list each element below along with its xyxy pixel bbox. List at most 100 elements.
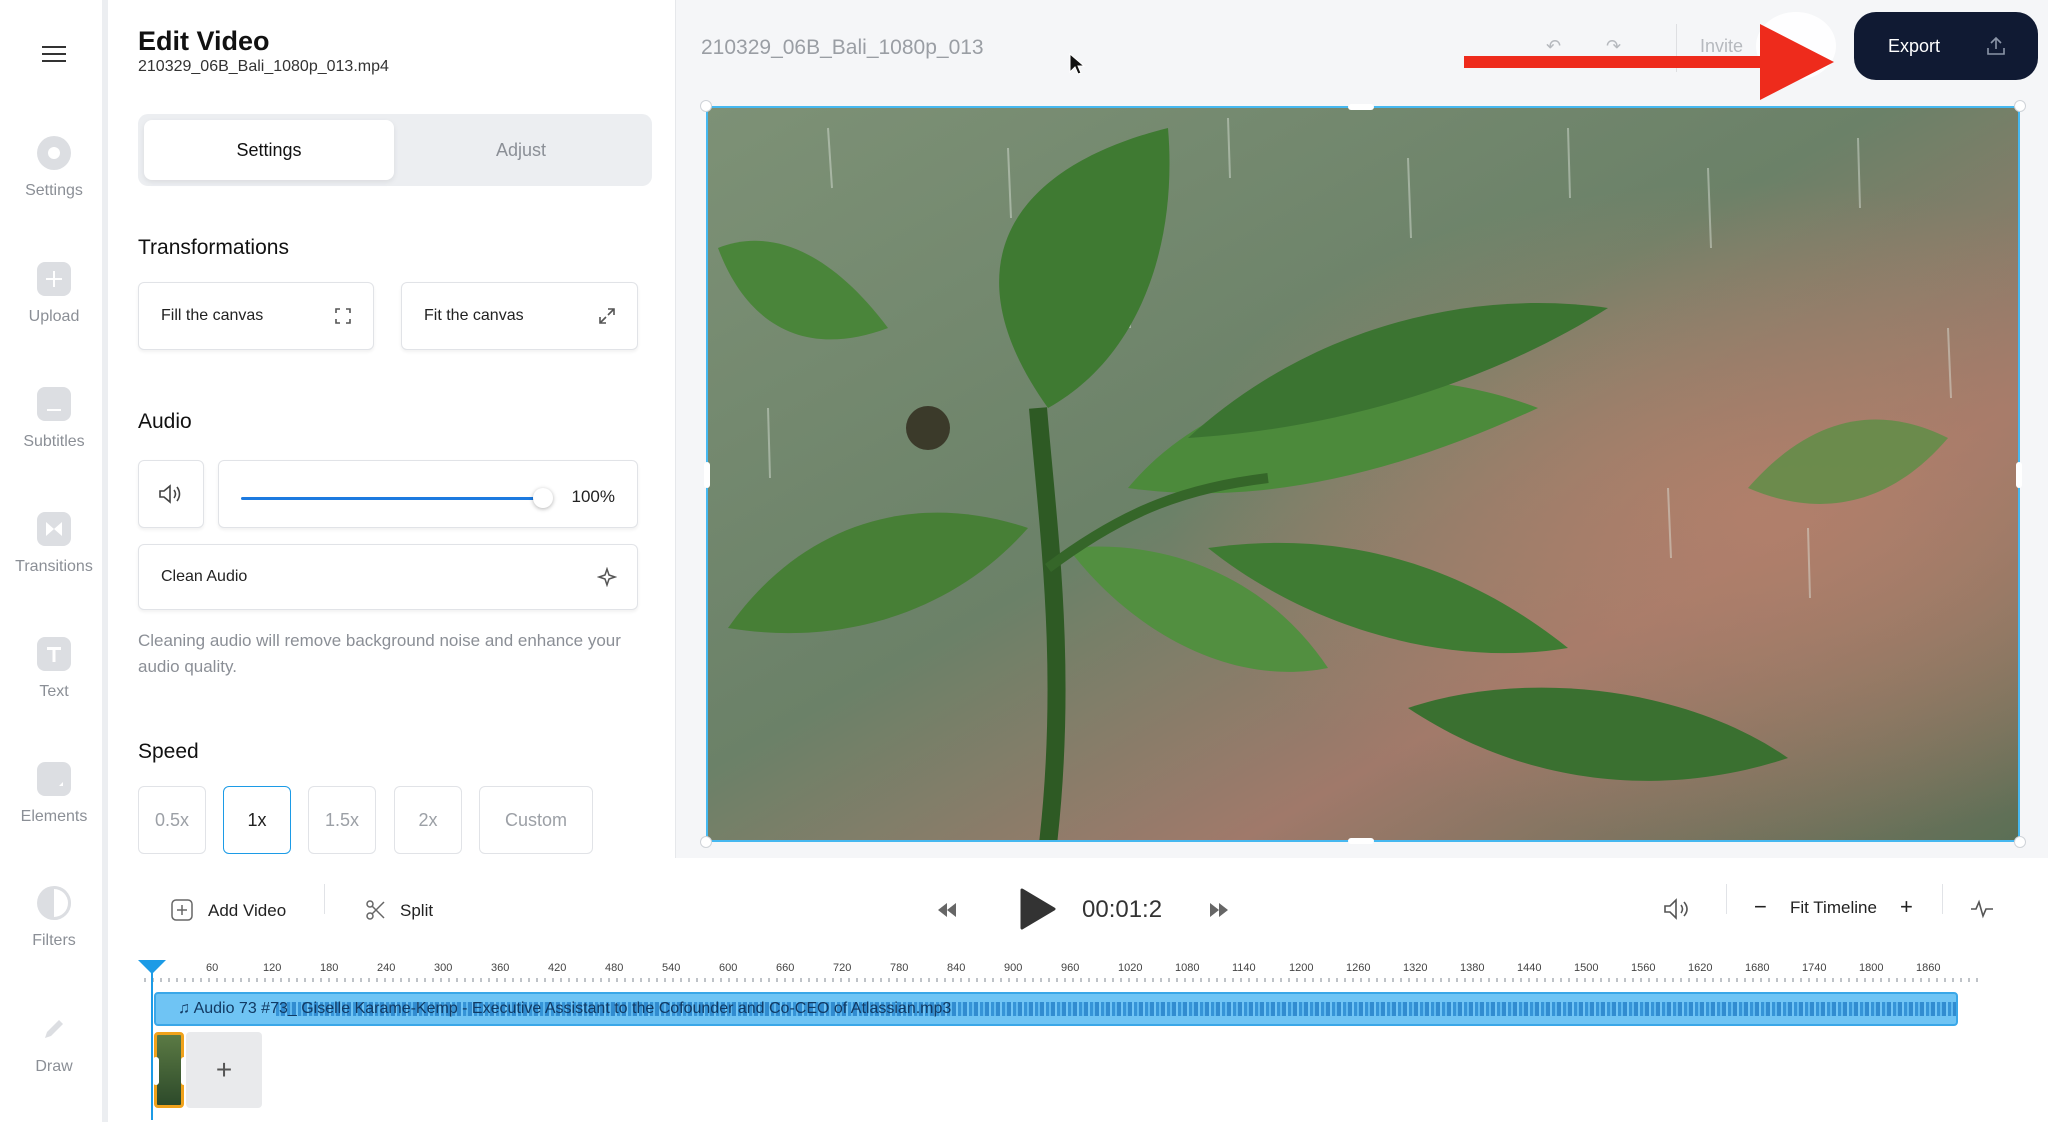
ruler-label: 1140 xyxy=(1232,962,1256,974)
rail-item-label: Elements xyxy=(20,808,88,825)
ruler-label: 1740 xyxy=(1802,962,1827,974)
ruler-label: 960 xyxy=(1061,962,1080,974)
timeline[interactable]: 60 120 180 240 300 360 420 480 540 600 660 720 780 84… xyxy=(114,940,2048,1122)
speed-1-5x-button[interactable]: 1.5x xyxy=(308,786,376,854)
text-icon xyxy=(37,637,71,671)
tab-adjust[interactable]: Adjust xyxy=(396,120,646,180)
tab-settings[interactable]: Settings xyxy=(144,120,394,180)
ruler-label: 1260 xyxy=(1346,962,1371,974)
resize-handle[interactable] xyxy=(700,836,712,848)
add-box-icon xyxy=(171,899,193,921)
ruler-label: 1680 xyxy=(1745,962,1770,974)
speed-0-5x-button[interactable]: 0.5x xyxy=(138,786,206,854)
ruler-label: 240 xyxy=(377,962,396,974)
volume-thumb[interactable] xyxy=(533,488,553,508)
fit-canvas-label: Fit the canvas xyxy=(424,307,524,324)
controls-divider xyxy=(324,884,325,914)
fit-timeline-button[interactable]: Fit Timeline xyxy=(1790,898,1877,918)
ruler-label: 420 xyxy=(548,962,567,974)
waveform-icon[interactable] xyxy=(1970,898,1994,920)
clean-audio-button[interactable]: Clean Audio xyxy=(138,544,638,610)
resize-handle[interactable] xyxy=(700,100,712,112)
rail-item-label: Text xyxy=(39,683,69,700)
rail-item-filters[interactable]: Filters xyxy=(0,886,108,950)
elements-icon xyxy=(37,762,71,796)
ruler-label: 1020 xyxy=(1118,962,1143,974)
video-frame-image xyxy=(708,108,2018,840)
canvas-stage xyxy=(676,100,2048,858)
rail-item-label: Filters xyxy=(32,932,76,949)
audio-track[interactable]: ♫ Audio 73 #73_ Giselle Karame-Kemp - Ex… xyxy=(154,992,1958,1026)
speed-1x-button[interactable]: 1x xyxy=(223,786,291,854)
ruler-label: 360 xyxy=(491,962,510,974)
add-clip-button[interactable]: + xyxy=(186,1032,262,1108)
expand-corners-icon xyxy=(333,306,353,326)
ruler-ticks xyxy=(144,978,1982,982)
resize-handle[interactable] xyxy=(1348,838,1374,844)
rail-item-settings[interactable]: Settings xyxy=(0,136,108,200)
ruler-label: 840 xyxy=(947,962,966,974)
rail-item-text[interactable]: Text xyxy=(0,637,108,701)
resize-handle[interactable] xyxy=(704,462,710,488)
ruler-label: 1200 xyxy=(1289,962,1314,974)
clean-audio-label: Clean Audio xyxy=(161,568,248,585)
ruler-label: 1080 xyxy=(1175,962,1200,974)
rail-item-draw[interactable]: Draw xyxy=(0,1012,108,1076)
playback-controls: Add Video Split 00:01:2 − Fit Timeline + xyxy=(114,858,2048,940)
resize-handle[interactable] xyxy=(2016,462,2022,488)
upload-icon xyxy=(1984,34,2008,58)
rail-item-elements[interactable]: Elements xyxy=(0,762,108,826)
diagonal-expand-icon xyxy=(597,306,617,326)
video-preview[interactable] xyxy=(706,106,2020,842)
speaker-icon[interactable] xyxy=(1662,896,1694,922)
controls-divider xyxy=(1942,884,1943,914)
rewind-icon[interactable] xyxy=(936,901,958,919)
split-button[interactable]: Split xyxy=(364,898,454,928)
resize-handle[interactable] xyxy=(1348,104,1374,110)
ruler-label: 600 xyxy=(719,962,738,974)
rail-item-label: Draw xyxy=(35,1058,73,1075)
controls-divider xyxy=(1726,884,1727,914)
speed-2x-button[interactable]: 2x xyxy=(394,786,462,854)
mouse-cursor-icon xyxy=(1069,52,1086,75)
export-button[interactable]: Export xyxy=(1854,12,2038,80)
rail-item-upload[interactable]: Upload xyxy=(0,262,108,326)
subtitles-icon xyxy=(37,387,71,421)
project-name[interactable]: 210329_06B_Bali_1080p_013 xyxy=(701,36,984,60)
fill-canvas-button[interactable]: Fill the canvas xyxy=(138,282,374,350)
mute-toggle-button[interactable] xyxy=(138,460,204,528)
add-video-label: Add Video xyxy=(208,901,287,920)
volume-track xyxy=(241,497,541,500)
ruler-label: 60 xyxy=(206,962,219,974)
play-icon[interactable] xyxy=(1018,888,1056,930)
zoom-in-button[interactable]: + xyxy=(1900,894,1913,920)
resize-handle[interactable] xyxy=(2014,836,2026,848)
playhead-line xyxy=(151,970,153,1120)
ruler-label: 660 xyxy=(776,962,795,974)
video-filename: 210329_06B_Bali_1080p_013.mp4 xyxy=(138,58,389,75)
resize-handle[interactable] xyxy=(2014,100,2026,112)
sparkle-icon xyxy=(596,566,618,588)
transformations-heading: Transformations xyxy=(138,236,289,259)
ruler-label: 120 xyxy=(263,962,282,974)
ruler-label: 300 xyxy=(434,962,453,974)
hamburger-menu-icon[interactable] xyxy=(42,46,66,64)
volume-value: 100% xyxy=(571,487,615,506)
zoom-out-button[interactable]: − xyxy=(1754,894,1767,920)
fast-forward-icon[interactable] xyxy=(1208,901,1230,919)
speed-custom-button[interactable]: Custom xyxy=(479,786,593,854)
speaker-icon xyxy=(157,482,183,506)
ruler-label: 180 xyxy=(320,962,339,974)
transitions-icon xyxy=(37,512,71,546)
volume-slider[interactable]: 100% xyxy=(218,460,638,528)
video-clip[interactable] xyxy=(153,1032,187,1108)
ruler-label: 540 xyxy=(662,962,681,974)
fit-canvas-button[interactable]: Fit the canvas xyxy=(401,282,638,350)
clip-trim-handle[interactable] xyxy=(153,1057,159,1085)
rail-item-label: Settings xyxy=(25,182,83,199)
rail-item-transitions[interactable]: Transitions xyxy=(0,512,108,576)
export-label: Export xyxy=(1888,36,1941,56)
rail-item-subtitles[interactable]: Subtitles xyxy=(0,387,108,451)
ruler-label: 480 xyxy=(605,962,624,974)
add-video-button[interactable]: Add Video xyxy=(170,898,350,928)
